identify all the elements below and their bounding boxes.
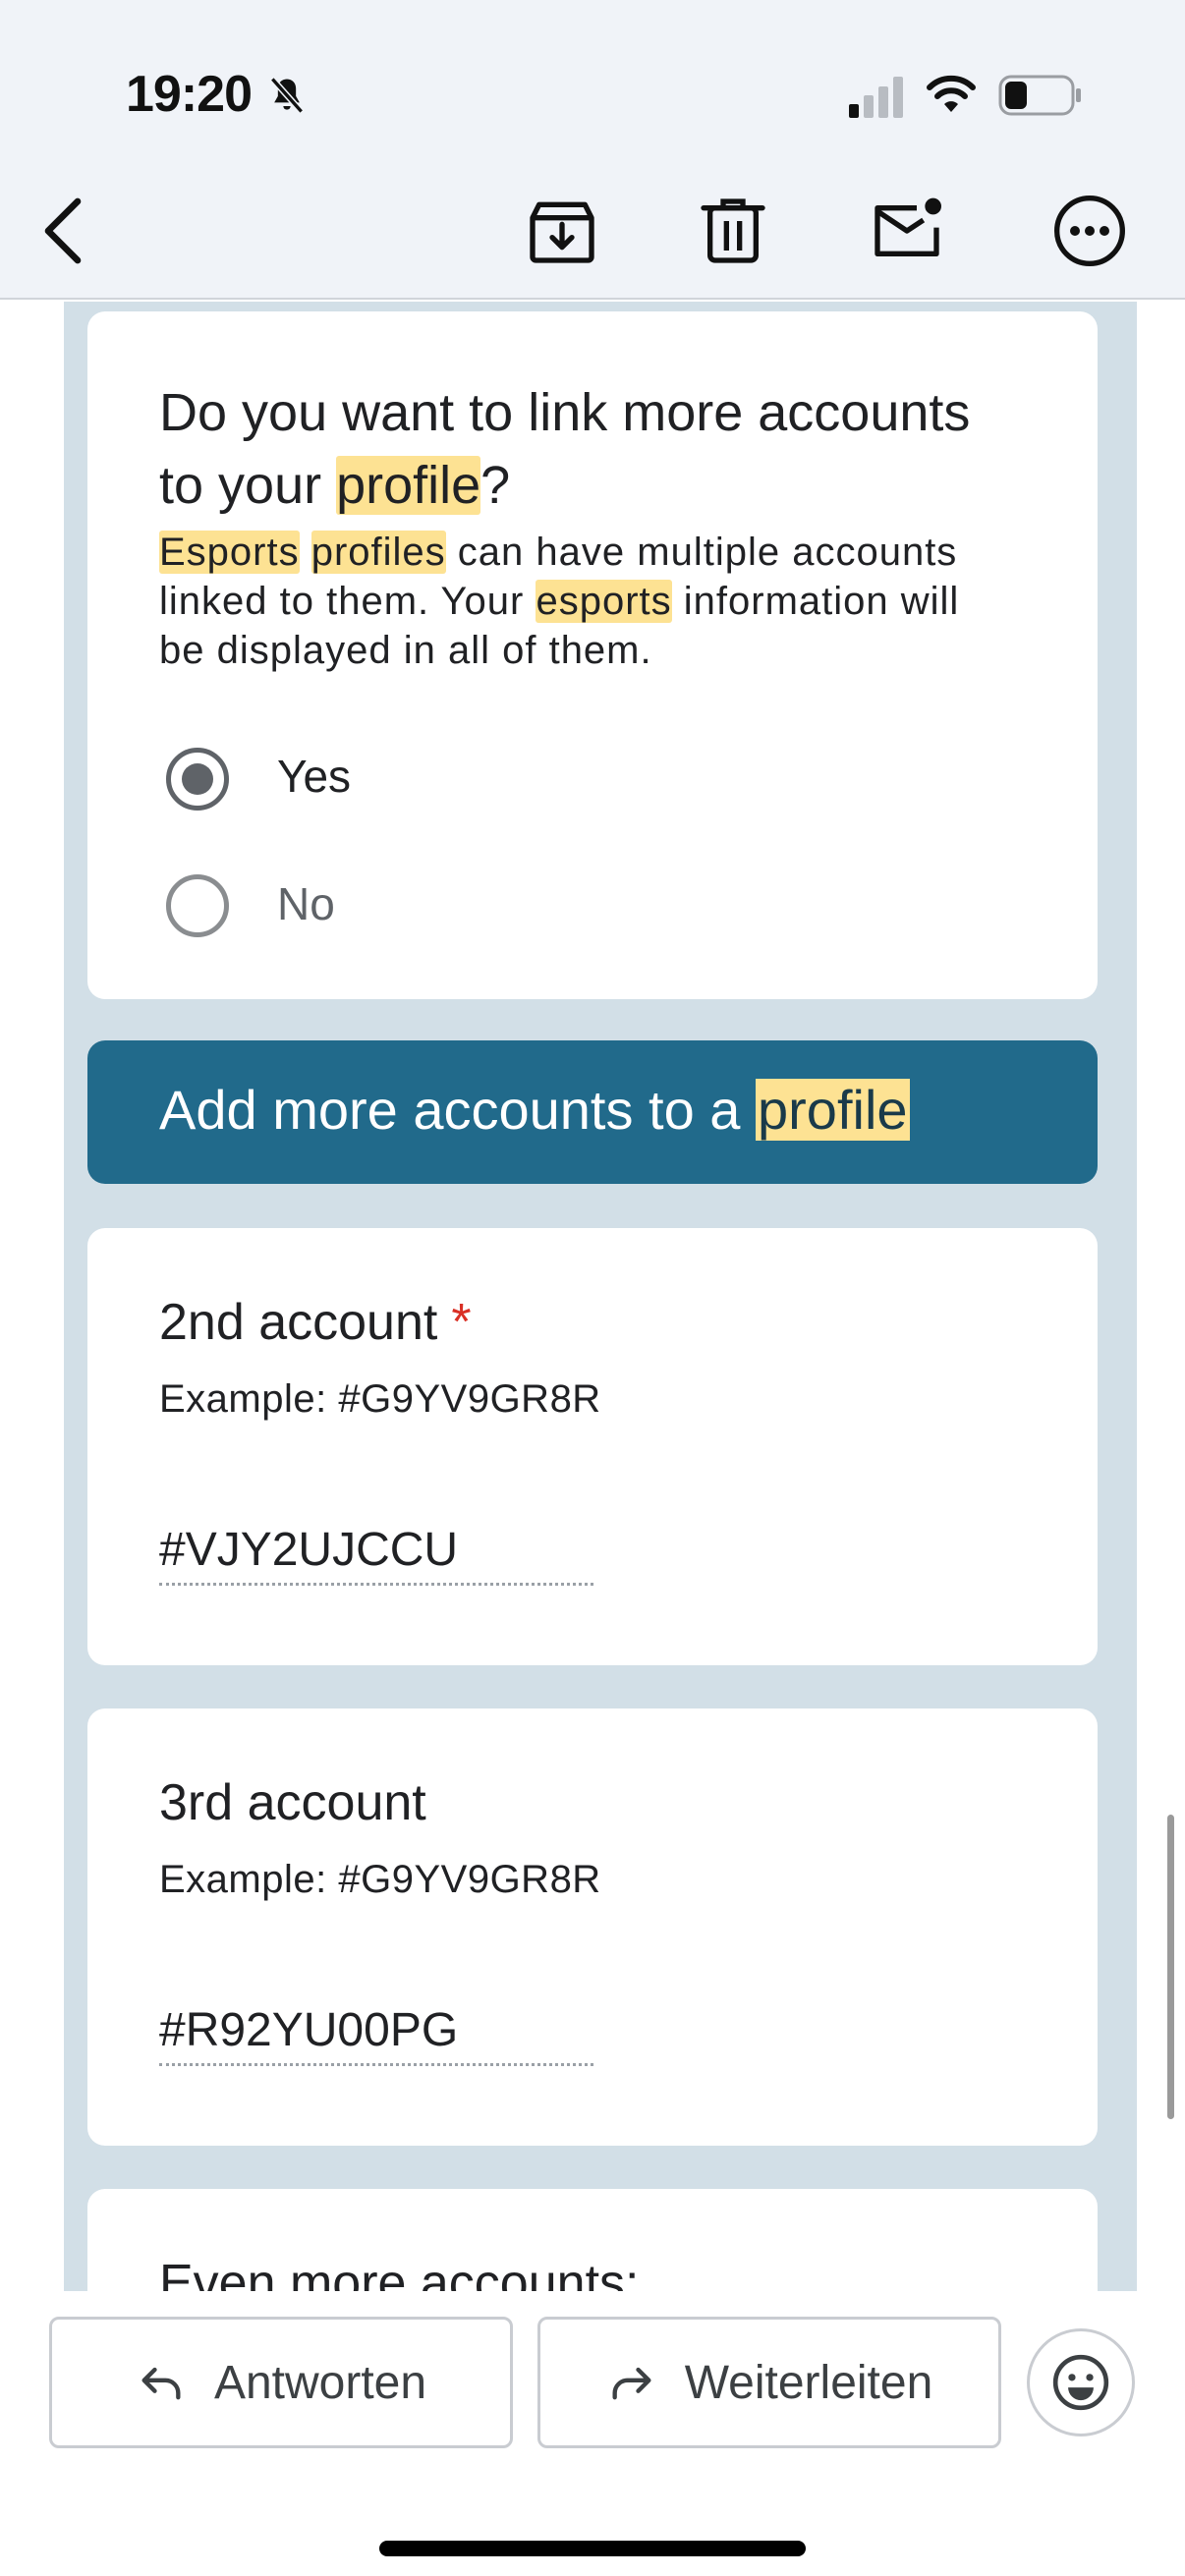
- search-highlight: profile: [336, 456, 481, 515]
- section-header: Add more accounts to a profile: [87, 1040, 1098, 1184]
- home-indicator[interactable]: [379, 2541, 806, 2556]
- answer-3rd-account: #R92YU00PG: [159, 2003, 593, 2066]
- trash-icon: [701, 198, 765, 263]
- radio-yes-label[interactable]: Yes: [277, 750, 351, 803]
- emoji-reaction-button[interactable]: [1027, 2328, 1135, 2436]
- back-button[interactable]: [24, 187, 112, 275]
- field-example: Example: #G9YV9GR8R: [159, 1858, 601, 1901]
- field-title: Even more accounts:: [159, 2255, 640, 2291]
- cellular-signal-icon: [849, 77, 903, 118]
- search-highlight: profile: [756, 1079, 910, 1141]
- field-card-2nd-account: 2nd account * Example: #G9YV9GR8R #VJY2UJ…: [87, 1228, 1098, 1665]
- radio-no-label[interactable]: No: [277, 877, 335, 930]
- bell-off-icon: [269, 77, 305, 114]
- delete-button[interactable]: [689, 187, 777, 275]
- wifi-icon: [927, 75, 976, 112]
- search-highlight: Esports: [159, 531, 300, 574]
- reply-icon: [141, 2367, 181, 2400]
- field-example: Example: #G9YV9GR8R: [159, 1377, 601, 1421]
- archive-icon: [530, 201, 594, 263]
- email-content[interactable]: Do you want to link more accounts to you…: [0, 302, 1185, 2291]
- scrollbar[interactable]: [1167, 1815, 1174, 2119]
- mail-unread-icon: [875, 197, 941, 256]
- archive-button[interactable]: [518, 187, 606, 275]
- status-time: 19:20: [126, 66, 253, 123]
- more-options-button[interactable]: [1045, 187, 1134, 275]
- search-highlight: profiles: [310, 531, 446, 574]
- field-title: 2nd account *: [159, 1294, 472, 1351]
- battery-icon: [998, 75, 1081, 116]
- question-title-line1: Do you want to link more accounts: [159, 383, 971, 442]
- question-description: Esports profiles can have multiple accou…: [159, 531, 960, 672]
- more-horizontal-icon: [1054, 196, 1125, 266]
- top-bar: 19:20: [0, 0, 1185, 300]
- question-card: Do you want to link more accounts to you…: [87, 311, 1098, 999]
- smiley-icon: [1052, 2354, 1109, 2411]
- forward-icon: [612, 2367, 651, 2400]
- reply-button[interactable]: Antworten: [49, 2317, 513, 2448]
- forward-label: Weiterleiten: [684, 2356, 933, 2409]
- bottom-action-bar: Antworten Weiterleiten: [0, 2291, 1185, 2576]
- question-title-line2: to your profile?: [159, 456, 511, 515]
- search-highlight: esports: [536, 580, 672, 623]
- answer-2nd-account: #VJY2UJCCU: [159, 1523, 593, 1586]
- reply-label: Antworten: [213, 2356, 427, 2409]
- radio-no[interactable]: [166, 874, 229, 937]
- section-title: Add more accounts to a profile: [159, 1079, 910, 1141]
- field-card-more-accounts: Even more accounts:: [87, 2189, 1098, 2291]
- radio-yes[interactable]: [166, 748, 229, 811]
- chevron-left-icon: [44, 197, 82, 264]
- field-card-3rd-account: 3rd account Example: #G9YV9GR8R #R92YU00…: [87, 1708, 1098, 2146]
- mark-unread-button[interactable]: [863, 187, 951, 275]
- field-title: 3rd account: [159, 1774, 426, 1831]
- required-marker: *: [451, 1294, 472, 1351]
- forward-button[interactable]: Weiterleiten: [537, 2317, 1001, 2448]
